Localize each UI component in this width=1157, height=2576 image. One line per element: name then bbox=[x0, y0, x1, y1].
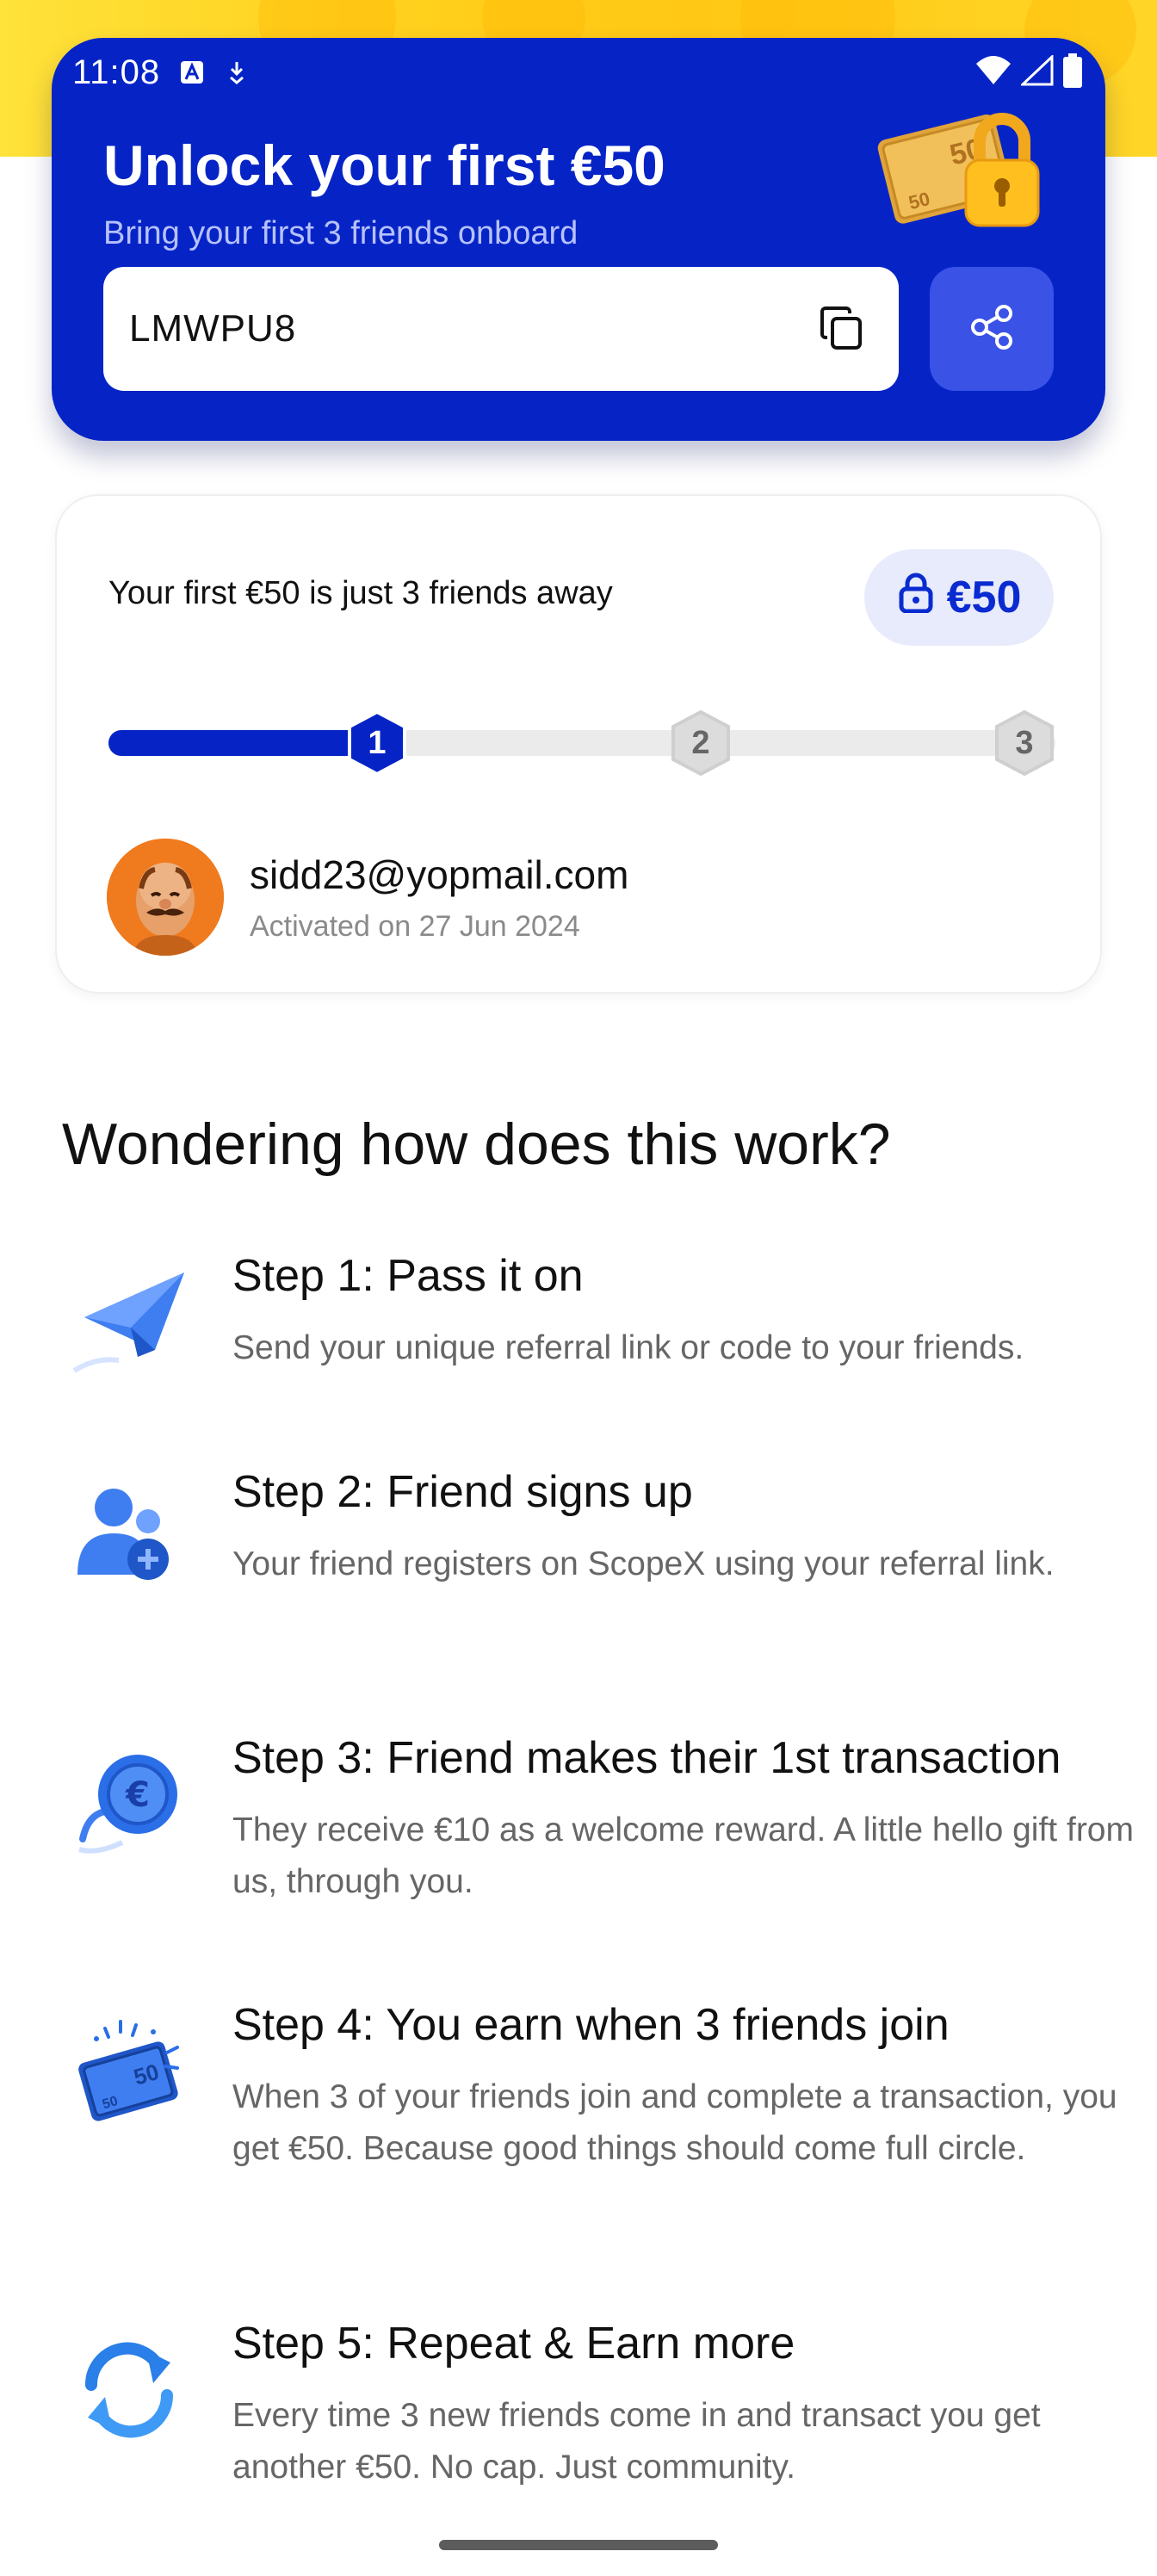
progress-step-number: 1 bbox=[368, 724, 387, 761]
share-button[interactable] bbox=[930, 267, 1054, 391]
referral-code-field[interactable]: LMWPU8 bbox=[103, 267, 899, 391]
step-title: Step 5: Repeat & Earn more bbox=[232, 2319, 795, 2369]
reward-badge: €50 bbox=[864, 549, 1054, 646]
download-notification-icon bbox=[224, 59, 250, 85]
share-icon bbox=[966, 301, 1018, 357]
hero-subtitle: Bring your first 3 friends onboard bbox=[103, 215, 578, 251]
locked-money-icon: 50 50 bbox=[869, 91, 1050, 255]
svg-text:€: € bbox=[125, 1775, 150, 1815]
step-description: They receive €10 as a welcome reward. A … bbox=[232, 1811, 1134, 1900]
battery-icon bbox=[1062, 53, 1083, 92]
progress-step-1: 1 bbox=[346, 709, 408, 777]
lock-icon bbox=[897, 572, 935, 624]
step-title: Step 3: Friend makes their 1st transacti… bbox=[232, 1733, 1061, 1783]
progress-track bbox=[108, 730, 1055, 756]
step-description: When 3 of your friends join and complete… bbox=[232, 2078, 1117, 2167]
referral-hero-card: 11:08 Unlock your first €50 Bring your f… bbox=[52, 38, 1105, 441]
step-description: Every time 3 new friends come in and tra… bbox=[232, 2397, 1041, 2486]
how-it-works-title: Wondering how does this work? bbox=[62, 1112, 891, 1177]
app-notification-icon bbox=[179, 59, 205, 85]
status-bar: 11:08 bbox=[72, 48, 1083, 96]
step-description: Send your unique referral link or code t… bbox=[232, 1329, 1024, 1366]
progress-text: Your first €50 is just 3 friends away bbox=[108, 575, 613, 611]
friend-row: sidd23@yopmail.com Activated on 27 Jun 2… bbox=[107, 839, 628, 956]
progress-step-3: 3 bbox=[993, 709, 1055, 777]
add-user-icon bbox=[71, 1480, 188, 1597]
step-description: Your friend registers on ScopeX using yo… bbox=[232, 1545, 1055, 1582]
avatar bbox=[107, 839, 224, 956]
euro-coin-icon: € bbox=[71, 1746, 188, 1863]
progress-fill bbox=[108, 730, 377, 756]
progress-step-2: 2 bbox=[670, 709, 732, 777]
friend-email: sidd23@yopmail.com bbox=[250, 851, 629, 897]
money-bundle-icon: 50 50 bbox=[71, 2013, 188, 2130]
copy-icon[interactable] bbox=[813, 299, 873, 359]
reward-amount: €50 bbox=[946, 573, 1022, 622]
step-title: Step 4: You earn when 3 friends join bbox=[232, 2000, 950, 2050]
progress-step-number: 3 bbox=[1015, 724, 1034, 761]
step-title: Step 1: Pass it on bbox=[232, 1251, 584, 1301]
status-time: 11:08 bbox=[72, 53, 161, 91]
wifi-icon bbox=[974, 55, 1012, 90]
hero-title: Unlock your first €50 bbox=[103, 133, 665, 197]
progress-step-number: 2 bbox=[691, 724, 710, 761]
repeat-icon bbox=[71, 2331, 188, 2449]
referral-code: LMWPU8 bbox=[129, 307, 297, 350]
friend-activated-date: Activated on 27 Jun 2024 bbox=[250, 909, 580, 943]
paper-plane-icon bbox=[71, 1264, 188, 1381]
referral-progress-card: Your first €50 is just 3 friends away €5… bbox=[55, 494, 1102, 994]
home-indicator[interactable] bbox=[439, 2540, 718, 2550]
signal-icon bbox=[1019, 53, 1054, 90]
step-title: Step 2: Friend signs up bbox=[232, 1467, 693, 1517]
